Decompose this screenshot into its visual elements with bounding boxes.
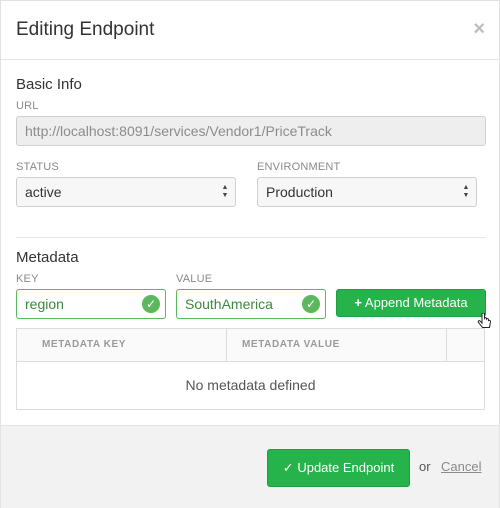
select-arrows-icon: ▲ ▼ bbox=[462, 184, 470, 199]
status-select[interactable]: active ▲ ▼ bbox=[16, 177, 236, 207]
status-label: STATUS bbox=[16, 161, 59, 173]
section-divider bbox=[16, 237, 486, 238]
valid-check-icon: ✓ bbox=[302, 295, 320, 313]
modal-title: Editing Endpoint bbox=[16, 19, 155, 40]
metadata-table: METADATA KEY METADATA VALUE No metadata … bbox=[16, 328, 485, 410]
valid-check-icon: ✓ bbox=[142, 295, 160, 313]
metadata-key-value: region bbox=[25, 296, 64, 312]
url-label: URL bbox=[16, 100, 39, 112]
metadata-table-header: METADATA KEY METADATA VALUE bbox=[17, 329, 484, 362]
url-value: http://localhost:8091/services/Vendor1/P… bbox=[25, 123, 332, 139]
edit-endpoint-modal: Editing Endpoint × Basic Info URL http:/… bbox=[0, 0, 500, 508]
modal-header: Editing Endpoint × bbox=[1, 1, 499, 60]
cancel-link[interactable]: Cancel bbox=[441, 459, 481, 474]
metadata-value-value: SouthAmerica bbox=[185, 296, 273, 312]
column-header-metadata-key: METADATA KEY bbox=[17, 329, 227, 361]
or-text: or bbox=[419, 459, 431, 474]
plus-icon: + bbox=[354, 295, 363, 310]
close-icon[interactable]: × bbox=[473, 19, 485, 39]
basic-info-title: Basic Info bbox=[16, 76, 82, 93]
metadata-title: Metadata bbox=[16, 249, 79, 266]
empty-table-message: No metadata defined bbox=[185, 377, 316, 393]
environment-select[interactable]: Production ▲ ▼ bbox=[257, 177, 477, 207]
metadata-value-input[interactable]: SouthAmerica ✓ bbox=[176, 289, 326, 319]
update-endpoint-label: Update Endpoint bbox=[297, 460, 395, 475]
environment-label: ENVIRONMENT bbox=[257, 161, 341, 173]
status-value: active bbox=[25, 184, 62, 200]
select-arrows-icon: ▲ ▼ bbox=[221, 184, 229, 199]
modal-footer: ✓ Update Endpoint or Cancel bbox=[1, 425, 499, 508]
append-metadata-label: Append Metadata bbox=[364, 295, 468, 310]
metadata-key-input[interactable]: region ✓ bbox=[16, 289, 166, 319]
append-metadata-button[interactable]: + Append Metadata bbox=[336, 289, 486, 317]
update-endpoint-button[interactable]: ✓ Update Endpoint bbox=[267, 449, 410, 487]
url-input: http://localhost:8091/services/Vendor1/P… bbox=[16, 116, 486, 146]
key-label: KEY bbox=[16, 273, 39, 285]
value-label: VALUE bbox=[176, 273, 213, 285]
column-header-metadata-value: METADATA VALUE bbox=[227, 329, 447, 361]
check-icon: ✓ bbox=[282, 460, 294, 475]
environment-value: Production bbox=[266, 184, 333, 200]
